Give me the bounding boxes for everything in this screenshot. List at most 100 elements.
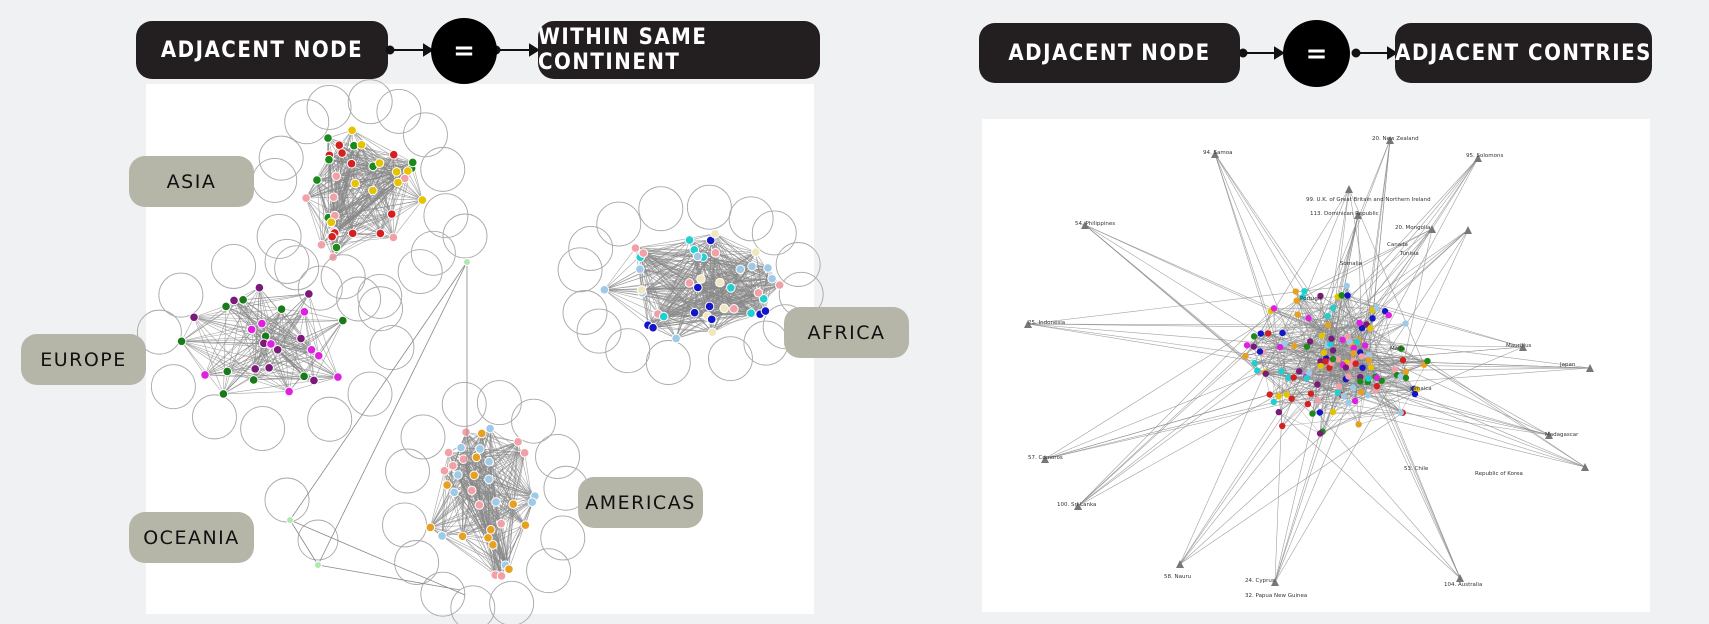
country-node (1283, 391, 1290, 398)
country-node (1402, 368, 1410, 376)
country-label: 99. U.K. of Great Britain and Northern I… (1306, 197, 1431, 203)
country-node (1397, 409, 1404, 416)
country-label: 24. Cyprus (1245, 578, 1275, 584)
country-node (1345, 399, 1352, 406)
country-label: 100. Sri Lanka (1057, 502, 1096, 508)
country-node (1329, 304, 1337, 312)
country-label: Japan (1559, 362, 1576, 368)
country-node (1251, 359, 1258, 367)
country-node (1385, 311, 1392, 319)
country-node (1250, 343, 1257, 350)
country-node (1399, 356, 1407, 364)
country-node (1322, 358, 1329, 365)
country-node (1305, 315, 1312, 322)
country-label: 57. Comoros (1028, 455, 1063, 461)
country-node (1324, 312, 1331, 320)
country-node (1355, 421, 1362, 428)
country-node (1365, 356, 1373, 364)
country-node (1362, 342, 1369, 349)
country-node (1338, 292, 1345, 299)
country-label: 113. Dominican Republic (1310, 211, 1379, 217)
country-label: Portugal (1300, 296, 1323, 302)
country-node (1402, 374, 1410, 382)
country-node (1320, 349, 1328, 356)
country-label: 53. Chile (1404, 466, 1429, 472)
country-node (1293, 297, 1300, 304)
country-node (1343, 282, 1350, 290)
country-node (1290, 374, 1297, 381)
country-node (1270, 398, 1278, 406)
country-node (1357, 378, 1364, 385)
country-node (1301, 287, 1308, 295)
country-node (1328, 335, 1335, 342)
country-node (1275, 408, 1283, 416)
country-node (1295, 368, 1303, 375)
country-node (1288, 395, 1295, 402)
country-node (1257, 330, 1264, 337)
country-node (1397, 373, 1404, 380)
country-node (1359, 364, 1366, 371)
country-label: Jamaica (1409, 386, 1432, 392)
country-node (1424, 357, 1431, 365)
country-node (1391, 366, 1399, 373)
country-node (1314, 396, 1322, 404)
country-label: 58. Nauru (1164, 574, 1191, 580)
country-node (1316, 409, 1324, 416)
country-node (1364, 392, 1372, 399)
country-node (1304, 400, 1312, 408)
country-adjacency-network: 94. Samoa 20. New Zealand 95. Solomons 99. … (1024, 136, 1594, 599)
country-node (1358, 353, 1365, 360)
country-node (1318, 332, 1326, 339)
country-node (1316, 430, 1324, 437)
country-node (1345, 373, 1352, 380)
country-node (1292, 288, 1299, 295)
country-node (1344, 292, 1351, 299)
country-node (1278, 368, 1285, 375)
country-label: Madagascar (1545, 432, 1579, 438)
country-node (1317, 362, 1324, 370)
country-node (1464, 226, 1472, 234)
country-node (1307, 390, 1315, 397)
country-node (1373, 304, 1380, 311)
country-node (1367, 324, 1374, 332)
country-label: 25. Indonesia (1028, 320, 1065, 326)
country-node (1329, 355, 1337, 363)
country-label: 20. New Zealand (1372, 136, 1419, 142)
country-node (1365, 375, 1372, 382)
country-node (1279, 422, 1286, 430)
country-graph: 94. Samoa 20. New Zealand 95. Solomons 99. … (1024, 136, 1594, 599)
country-node (1262, 370, 1269, 377)
country-node (1345, 185, 1353, 193)
country-node (1340, 392, 1347, 400)
country-node (1373, 374, 1381, 381)
country-node (1352, 360, 1359, 367)
country-node (1264, 330, 1272, 337)
country-label: 20. Mongolia (1395, 225, 1430, 231)
country-node (1309, 410, 1316, 417)
country-node (1329, 347, 1337, 354)
country-node (1270, 305, 1278, 312)
country-node (1351, 397, 1359, 405)
country-label: Mauritius (1506, 343, 1532, 349)
country-node (1350, 384, 1357, 391)
country-label: Canada (1387, 242, 1408, 248)
country-node (1369, 315, 1376, 322)
country-node (1276, 344, 1284, 351)
country-node (1329, 408, 1337, 416)
country-node (1242, 352, 1249, 360)
country-node (1324, 321, 1332, 329)
country-node (1356, 319, 1363, 327)
country-label: 104. Australia (1444, 582, 1482, 588)
country-node (1373, 383, 1381, 390)
country-label: Tunisia (1399, 251, 1419, 257)
country-label: Somalia (1340, 261, 1362, 267)
country-node (1342, 364, 1350, 371)
country-node (1306, 338, 1314, 345)
country-node (1256, 348, 1264, 355)
country-node (1291, 342, 1298, 350)
country-node (1266, 391, 1273, 398)
country-node (1334, 389, 1342, 397)
country-node (1339, 336, 1346, 343)
country-node (1346, 338, 1353, 346)
country-node (1402, 320, 1409, 327)
